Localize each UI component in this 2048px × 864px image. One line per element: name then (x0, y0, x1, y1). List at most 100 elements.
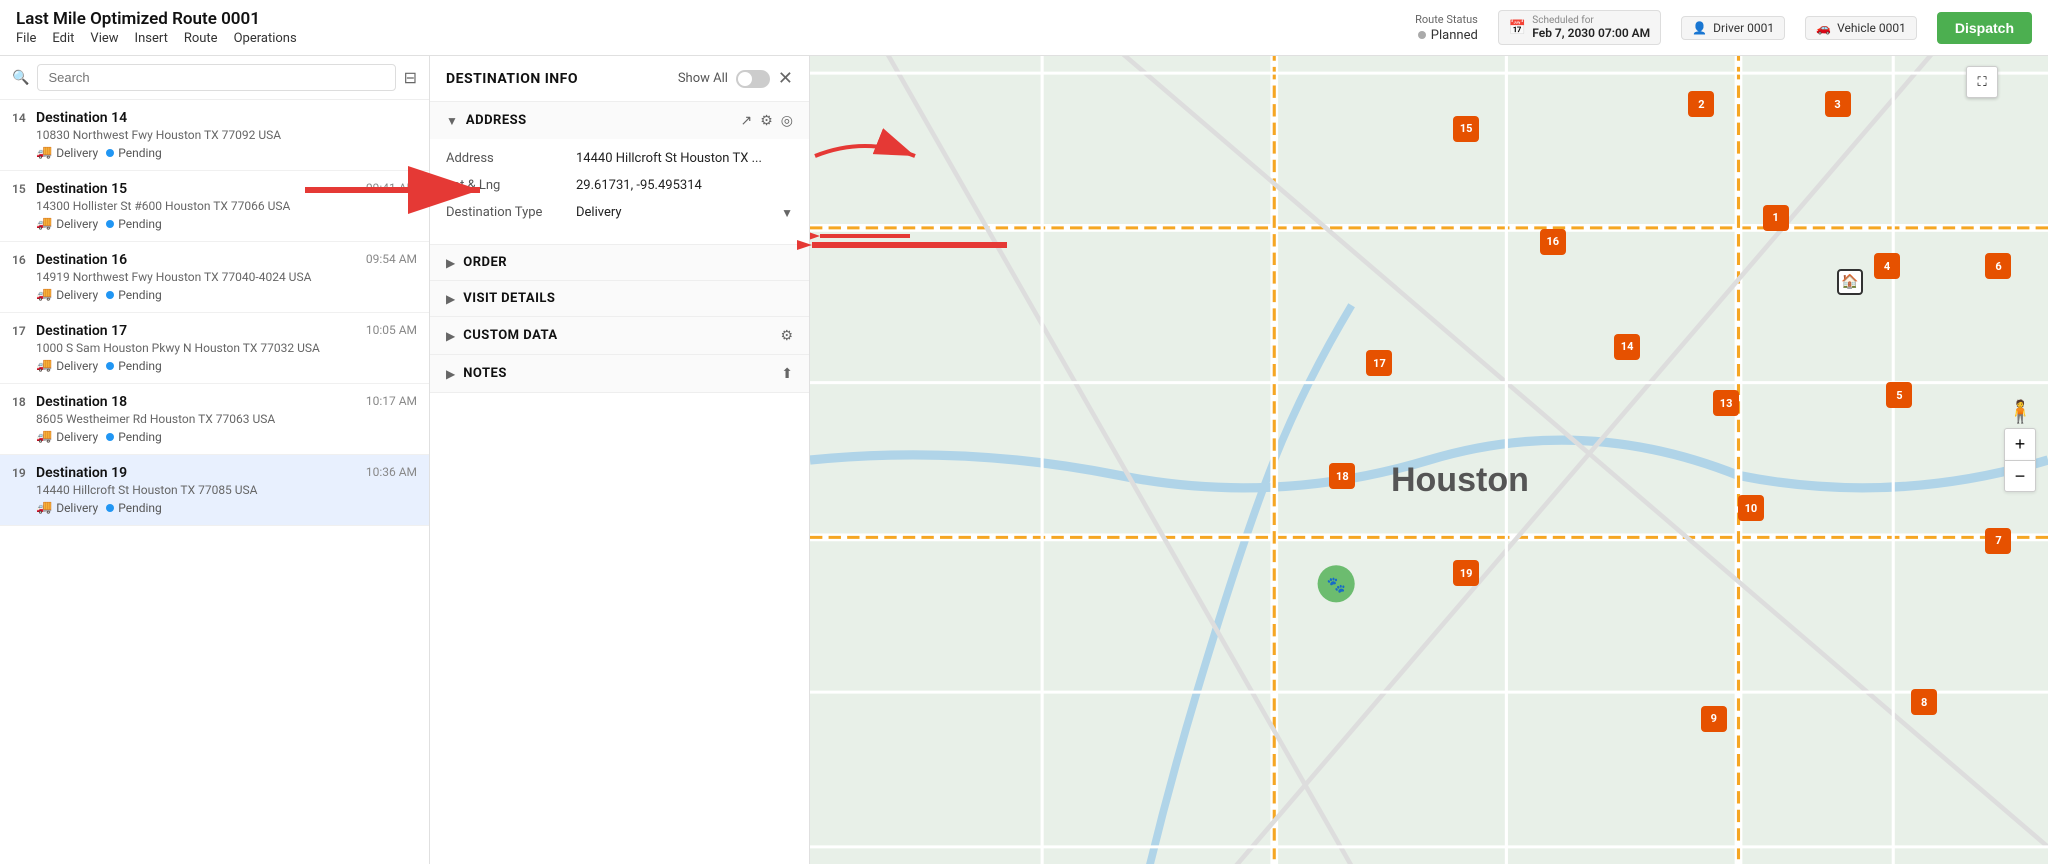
desttype-field-value[interactable]: Delivery ▼ (576, 205, 793, 220)
status-dot (1418, 31, 1426, 39)
stop-status-label: Pending (118, 359, 162, 373)
show-all-toggle[interactable] (736, 70, 770, 88)
stop-status: Pending (106, 146, 162, 160)
map-marker-8[interactable]: 8 (1911, 689, 1937, 715)
stop-name: Destination 14 (36, 110, 127, 126)
notes-section: ▶ NOTES ⬆ (430, 355, 809, 393)
notes-upload-icon[interactable]: ⬆ (781, 365, 793, 382)
address-section-header-left: ▼ ADDRESS (446, 113, 527, 128)
order-section-header[interactable]: ▶ ORDER (430, 245, 809, 280)
address-section-body: Address 14440 Hillcroft St Houston TX ..… (430, 139, 809, 244)
stop-name: Destination 19 (36, 465, 127, 481)
address-chevron-icon: ▼ (446, 114, 458, 128)
notes-section-header[interactable]: ▶ NOTES ⬆ (430, 355, 809, 392)
menu-file[interactable]: File (16, 31, 36, 46)
stop-item[interactable]: 15 Destination 15 09:41 AM 14300 Hollist… (0, 171, 429, 242)
visit-details-section-header[interactable]: ▶ VISIT DETAILS (430, 281, 809, 316)
truck-icon: 🚚 (36, 216, 52, 231)
stop-status-label: Pending (118, 288, 162, 302)
stop-address: 8605 Westheimer Rd Houston TX 77063 USA (36, 412, 417, 426)
stop-num: 16 (12, 253, 30, 267)
vehicle-block[interactable]: 🚗 Vehicle 0001 (1805, 16, 1917, 40)
stop-num: 17 (12, 324, 30, 338)
dispatch-button[interactable]: Dispatch (1937, 12, 2032, 44)
map-marker-10[interactable]: 10 (1738, 495, 1764, 521)
stop-name: Destination 18 (36, 394, 127, 410)
truck-icon: 🚚 (36, 500, 52, 515)
stop-item[interactable]: 14 Destination 14 10830 Northwest Fwy Ho… (0, 100, 429, 171)
stop-item[interactable]: 17 Destination 17 10:05 AM 1000 S Sam Ho… (0, 313, 429, 384)
stop-name: Destination 15 (36, 181, 127, 197)
address-location-icon[interactable]: ◎ (781, 112, 793, 129)
zoom-in-button[interactable]: + (2004, 428, 2036, 460)
map-marker-15[interactable]: 15 (1453, 116, 1479, 142)
visit-details-header-left: ▶ VISIT DETAILS (446, 291, 555, 306)
driver-label: Driver 0001 (1713, 21, 1774, 35)
map-marker-19[interactable]: 19 (1453, 560, 1479, 586)
map-marker-home[interactable]: 🏠 (1837, 269, 1863, 295)
map-panel[interactable]: Houston 🐾 Google 15231461417135181610798… (810, 56, 2048, 864)
stop-status: Pending (106, 501, 162, 515)
stop-type: 🚚 Delivery (36, 145, 98, 160)
menu-edit[interactable]: Edit (52, 31, 74, 46)
menu-operations[interactable]: Operations (234, 31, 297, 46)
stop-item[interactable]: 18 Destination 18 10:17 AM 8605 Westheim… (0, 384, 429, 455)
stop-status-label: Pending (118, 501, 162, 515)
pending-dot (106, 504, 114, 512)
fullscreen-button[interactable]: ⛶ (1966, 66, 1998, 98)
address-settings-icon[interactable]: ⚙ (760, 112, 773, 129)
address-section-header[interactable]: ▼ ADDRESS ↗ ⚙ ◎ (430, 102, 809, 139)
custom-data-settings-icon[interactable]: ⚙ (780, 327, 793, 344)
latlng-field-label: Lat & Lng (446, 178, 576, 193)
stop-type-label: Delivery (56, 217, 98, 231)
stop-item[interactable]: 19 Destination 19 10:36 AM 14440 Hillcro… (0, 455, 429, 526)
pegman-icon[interactable]: 🧍 (2007, 400, 2034, 425)
pending-dot (106, 291, 114, 299)
map-marker-16[interactable]: 16 (1540, 229, 1566, 255)
center-panel: DESTINATION INFO Show All ✕ ▼ ADDRESS ↗ … (430, 56, 810, 864)
map-marker-1[interactable]: 1 (1763, 205, 1789, 231)
map-marker-17[interactable]: 17 (1366, 350, 1392, 376)
address-external-link-icon[interactable]: ↗ (740, 112, 752, 129)
map-marker-5[interactable]: 5 (1886, 382, 1912, 408)
menu-view[interactable]: View (90, 31, 118, 46)
map-marker-3[interactable]: 3 (1825, 91, 1851, 117)
driver-block[interactable]: 👤 Driver 0001 (1681, 16, 1785, 40)
app-title: Last Mile Optimized Route 0001 (16, 9, 297, 29)
pending-dot (106, 433, 114, 441)
map-marker-2[interactable]: 2 (1688, 91, 1714, 117)
visit-details-section: ▶ VISIT DETAILS (430, 281, 809, 317)
notes-section-title: NOTES (463, 366, 507, 381)
custom-data-section-header[interactable]: ▶ CUSTOM DATA ⚙ (430, 317, 809, 354)
map-top-controls: ⛶ (1966, 66, 1998, 98)
map-marker-14[interactable]: 14 (1614, 334, 1640, 360)
truck-icon: 🚚 (36, 429, 52, 444)
map-marker-4[interactable]: 4 (1874, 253, 1900, 279)
menu-route[interactable]: Route (184, 31, 218, 46)
vehicle-icon: 🚗 (1816, 21, 1831, 35)
route-status-text: Planned (1431, 28, 1478, 43)
zoom-out-button[interactable]: − (2004, 460, 2036, 492)
scheduled-label: Scheduled for (1532, 15, 1650, 26)
stop-item[interactable]: 16 Destination 16 09:54 AM 14919 Northwe… (0, 242, 429, 313)
map-marker-6[interactable]: 6 (1985, 253, 2011, 279)
route-status-block: Route Status Planned (1415, 13, 1478, 43)
show-all-label: Show All (678, 71, 728, 86)
map-marker-7[interactable]: 7 (1985, 528, 2011, 554)
stop-num: 18 (12, 395, 30, 409)
pending-dot (106, 149, 114, 157)
stop-type: 🚚 Delivery (36, 500, 98, 515)
filter-icon[interactable]: ⊟ (404, 68, 417, 87)
map-marker-13[interactable]: 13 (1713, 390, 1739, 416)
left-panel: 🔍 ⊟ 14 Destination 14 10830 Northwest Fw… (0, 56, 430, 864)
search-input[interactable] (37, 64, 395, 91)
map-marker-9[interactable]: 9 (1701, 706, 1727, 732)
map-marker-18[interactable]: 18 (1329, 463, 1355, 489)
menu-insert[interactable]: Insert (135, 31, 168, 46)
stop-type: 🚚 Delivery (36, 429, 98, 444)
notes-header-left: ▶ NOTES (446, 366, 507, 381)
zoom-controls: + − (2004, 428, 2036, 492)
scheduled-block: 📅 Scheduled for Feb 7, 2030 07:00 AM (1498, 10, 1661, 45)
close-button[interactable]: ✕ (778, 68, 793, 89)
custom-data-section-title: CUSTOM DATA (463, 328, 557, 343)
